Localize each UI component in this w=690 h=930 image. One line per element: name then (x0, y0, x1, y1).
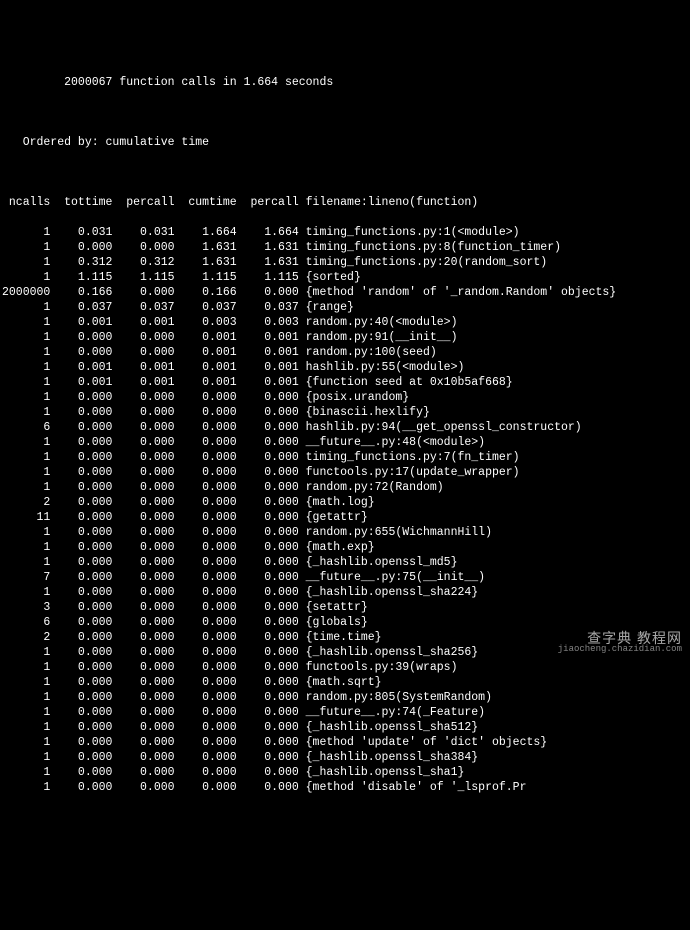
profile-row: 1 0.000 0.000 0.001 0.001 random.py:100(… (2, 345, 690, 360)
profile-row: 1 0.001 0.001 0.003 0.003 random.py:40(<… (2, 315, 690, 330)
profile-row: 1 0.000 0.000 0.000 0.000 functools.py:3… (2, 660, 690, 675)
profile-row: 1 0.312 0.312 1.631 1.631 timing_functio… (2, 255, 690, 270)
summary-line: 2000067 function calls in 1.664 seconds (2, 75, 690, 90)
profile-row: 1 0.000 0.000 0.000 0.000 timing_functio… (2, 450, 690, 465)
profile-row: 1 0.031 0.031 1.664 1.664 timing_functio… (2, 225, 690, 240)
profile-row: 1 0.000 0.000 0.000 0.000 {_hashlib.open… (2, 765, 690, 780)
profile-row: 7 0.000 0.000 0.000 0.000 __future__.py:… (2, 570, 690, 585)
profile-row: 1 1.115 1.115 1.115 1.115 {sorted} (2, 270, 690, 285)
profile-rows: 1 0.031 0.031 1.664 1.664 timing_functio… (2, 225, 690, 795)
profile-row: 1 0.000 0.000 0.000 0.000 __future__.py:… (2, 435, 690, 450)
profile-row: 1 0.000 0.000 0.001 0.001 random.py:91(_… (2, 330, 690, 345)
profile-row: 3 0.000 0.000 0.000 0.000 {setattr} (2, 600, 690, 615)
profile-row: 1 0.000 0.000 0.000 0.000 {binascii.hexl… (2, 405, 690, 420)
watermark-url: jiaocheng.chazidian.com (558, 642, 682, 657)
terminal-output: 2000067 function calls in 1.664 seconds … (2, 60, 690, 810)
profile-row: 1 0.000 0.000 0.000 0.000 {method 'disab… (2, 780, 690, 795)
profile-row: 1 0.000 0.000 0.000 0.000 {_hashlib.open… (2, 720, 690, 735)
profile-row: 1 0.000 0.000 0.000 0.000 {_hashlib.open… (2, 555, 690, 570)
profile-row: 1 0.037 0.037 0.037 0.037 {range} (2, 300, 690, 315)
profile-row: 6 0.000 0.000 0.000 0.000 {globals} (2, 615, 690, 630)
profile-row: 1 0.000 0.000 0.000 0.000 __future__.py:… (2, 705, 690, 720)
profile-row: 1 0.000 0.000 0.000 0.000 {math.sqrt} (2, 675, 690, 690)
profile-row: 1 0.001 0.001 0.001 0.001 {function seed… (2, 375, 690, 390)
profile-row: 1 0.000 0.000 0.000 0.000 random.py:805(… (2, 690, 690, 705)
profile-row: 11 0.000 0.000 0.000 0.000 {getattr} (2, 510, 690, 525)
profile-row: 1 0.000 0.000 0.000 0.000 {_hashlib.open… (2, 585, 690, 600)
blank-line (2, 105, 690, 120)
profile-row: 2 0.000 0.000 0.000 0.000 {math.log} (2, 495, 690, 510)
profile-row: 6 0.000 0.000 0.000 0.000 hashlib.py:94(… (2, 420, 690, 435)
profile-row: 1 0.000 0.000 0.000 0.000 {posix.urandom… (2, 390, 690, 405)
ordered-by-line: Ordered by: cumulative time (2, 135, 690, 150)
profile-row: 1 0.000 0.000 0.000 0.000 {_hashlib.open… (2, 750, 690, 765)
profile-row: 1 0.001 0.001 0.001 0.001 hashlib.py:55(… (2, 360, 690, 375)
blank-line (2, 165, 690, 180)
profile-row: 1 0.000 0.000 0.000 0.000 random.py:72(R… (2, 480, 690, 495)
profile-row: 2000000 0.166 0.000 0.166 0.000 {method … (2, 285, 690, 300)
profile-row: 1 0.000 0.000 0.000 0.000 functools.py:1… (2, 465, 690, 480)
profile-row: 1 0.000 0.000 0.000 0.000 {method 'updat… (2, 735, 690, 750)
profile-row: 1 0.000 0.000 0.000 0.000 random.py:655(… (2, 525, 690, 540)
profile-row: 1 0.000 0.000 1.631 1.631 timing_functio… (2, 240, 690, 255)
columns-header: ncalls tottime percall cumtime percall f… (2, 195, 690, 210)
profile-row: 1 0.000 0.000 0.000 0.000 {math.exp} (2, 540, 690, 555)
